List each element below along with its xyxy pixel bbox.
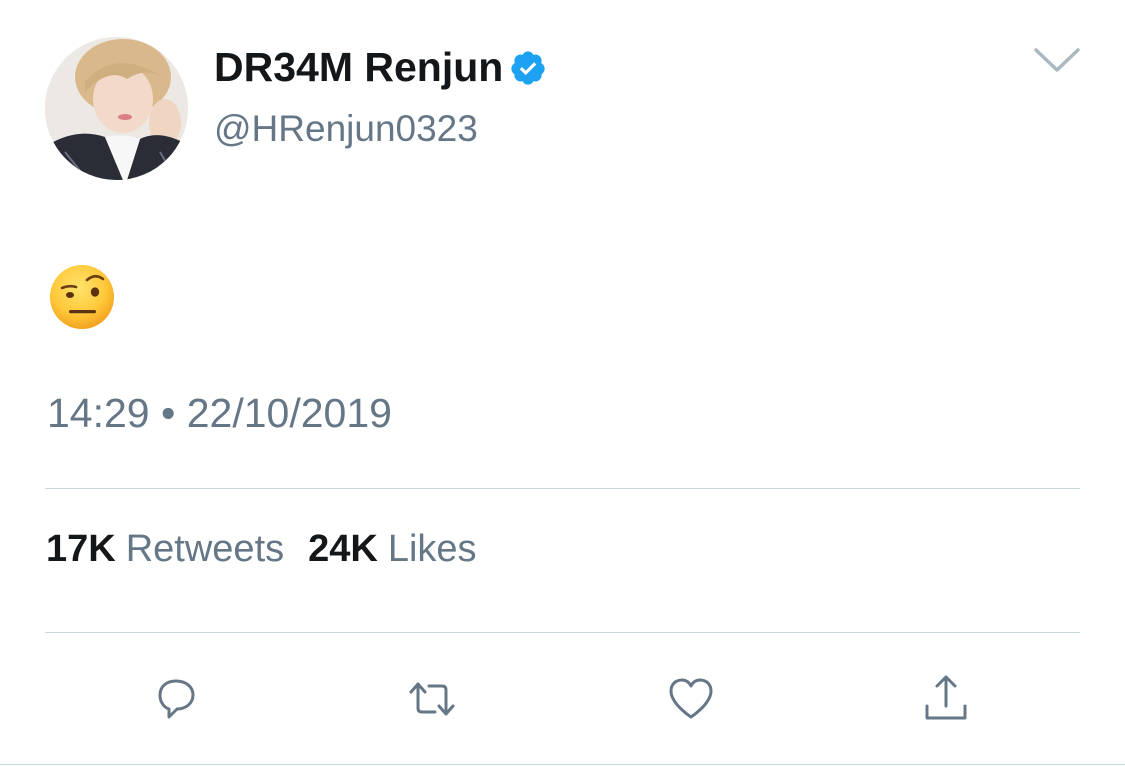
avatar-image [45, 37, 188, 180]
more-options-chevron-icon[interactable] [1032, 44, 1082, 76]
divider [45, 632, 1080, 633]
reply-icon [158, 679, 195, 719]
display-name[interactable]: DR34M Renjun [214, 44, 547, 91]
divider [45, 488, 1080, 489]
retweets-label: Retweets [125, 528, 285, 570]
face-with-raised-eyebrow-icon [49, 264, 115, 330]
tweet-stats: 17K Retweets 24K Likes [46, 528, 477, 571]
reply-button[interactable] [149, 672, 203, 726]
likes-label: Likes [387, 528, 477, 570]
user-handle[interactable]: @HRenjun0323 [214, 108, 478, 150]
share-button[interactable] [919, 672, 973, 726]
divider [0, 764, 1125, 765]
heart-icon [669, 678, 713, 719]
tweet-timestamp[interactable]: 14:29 • 22/10/2019 [47, 390, 392, 437]
like-button[interactable] [664, 672, 718, 726]
verified-badge-icon [511, 50, 545, 85]
avatar[interactable] [45, 37, 188, 180]
tweet-detail: DR34M Renjun @HRenjun0323 14:29 • 22/10/… [0, 0, 1125, 766]
share-icon [925, 675, 967, 720]
display-name-text: DR34M Renjun [214, 44, 504, 90]
retweets-count: 17K [46, 528, 116, 570]
retweet-icon [409, 682, 455, 716]
likes-count: 24K [308, 528, 378, 570]
retweet-button[interactable] [405, 672, 459, 726]
likes-stat[interactable]: 24K Likes [308, 528, 476, 571]
retweets-stat[interactable]: 17K Retweets [46, 528, 284, 571]
